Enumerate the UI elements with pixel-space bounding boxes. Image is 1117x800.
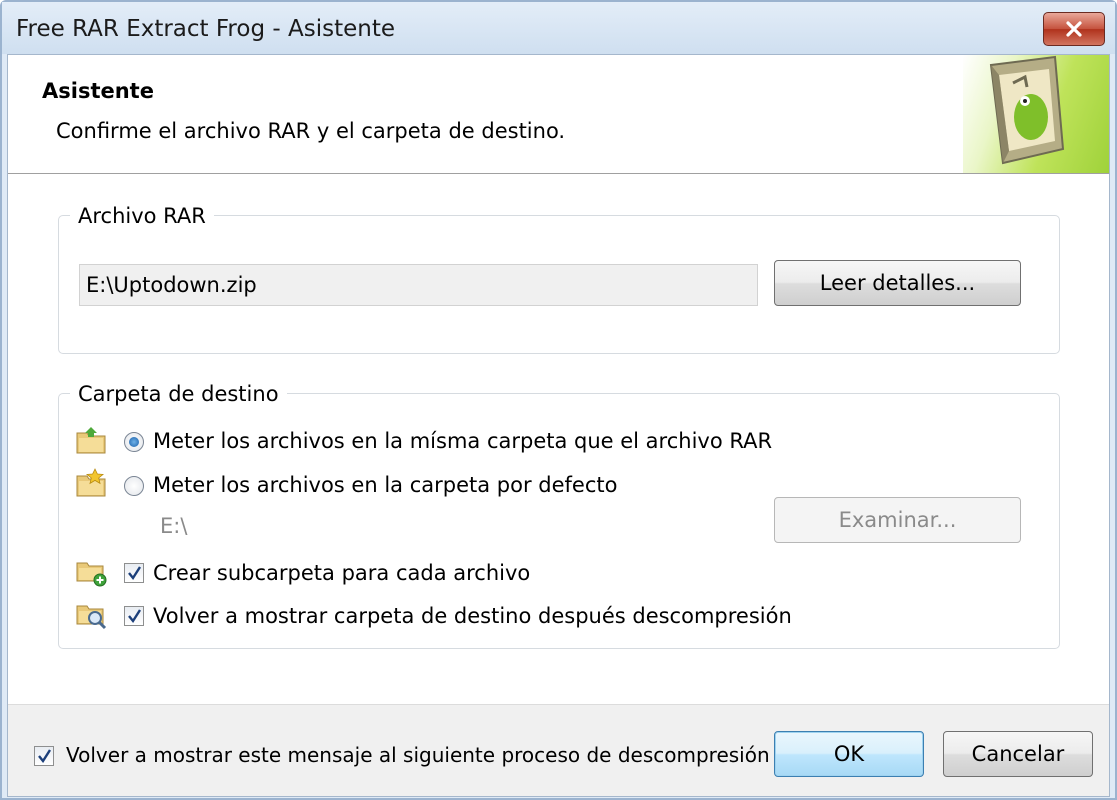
rar-path-field[interactable]: E:\Uptodown.zip — [79, 264, 758, 306]
folder-search-icon — [76, 605, 107, 630]
close-button[interactable] — [1043, 12, 1105, 46]
folder-star-icon — [76, 468, 106, 497]
wizard-banner-icon — [963, 55, 1109, 173]
browse-button[interactable]: Examinar... — [774, 497, 1021, 543]
show-destination-checkbox[interactable] — [124, 606, 144, 626]
same-folder-radio[interactable] — [124, 432, 144, 452]
create-subfolder-label[interactable]: Crear subcarpeta para cada archivo — [153, 561, 530, 585]
close-icon — [1066, 21, 1082, 37]
checkmark-icon — [128, 609, 142, 624]
wizard-header: Asistente Confirme el archivo RAR y el c… — [8, 55, 1109, 174]
wizard-window: Free RAR Extract Frog - Asistente Asiste… — [0, 0, 1117, 800]
checkmark-icon — [128, 566, 142, 581]
rar-group-label: Archivo RAR — [70, 204, 214, 228]
default-folder-label[interactable]: Meter los archivos en la carpeta por def… — [153, 473, 617, 497]
destination-group-label: Carpeta de destino — [70, 382, 287, 406]
ok-button[interactable]: OK — [774, 731, 924, 777]
header-subtitle: Confirme el archivo RAR y el carpeta de … — [56, 119, 566, 143]
title-bar[interactable]: Free RAR Extract Frog - Asistente — [2, 2, 1115, 54]
folder-add-icon — [76, 562, 107, 587]
dialog-footer: Volver a mostrar este mensaje al siguien… — [8, 704, 1109, 796]
dialog-client: Asistente Confirme el archivo RAR y el c… — [7, 54, 1110, 797]
show-again-checkbox[interactable] — [34, 746, 54, 766]
show-again-label[interactable]: Volver a mostrar este mensaje al siguien… — [66, 743, 770, 767]
checkmark-icon — [38, 749, 52, 764]
cancel-button[interactable]: Cancelar — [943, 731, 1093, 777]
header-title: Asistente — [42, 79, 154, 103]
window-title: Free RAR Extract Frog - Asistente — [16, 16, 395, 42]
read-details-button[interactable]: Leer detalles... — [774, 260, 1021, 306]
same-folder-label[interactable]: Meter los archivos en la mísma carpeta q… — [153, 429, 772, 453]
default-folder-path: E:\ — [160, 514, 188, 538]
folder-up-icon — [76, 427, 106, 454]
default-folder-radio[interactable] — [124, 476, 144, 496]
show-destination-label[interactable]: Volver a mostrar carpeta de destino desp… — [153, 604, 792, 628]
create-subfolder-checkbox[interactable] — [124, 563, 144, 583]
